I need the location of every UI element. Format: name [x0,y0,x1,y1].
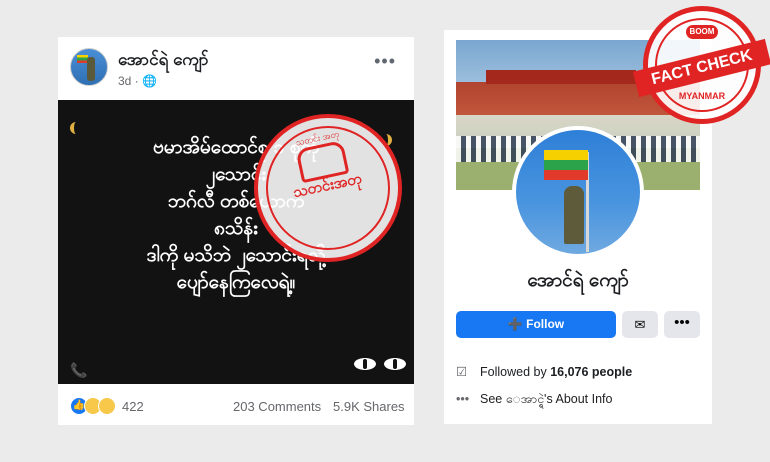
reaction-count: 422 [122,399,144,414]
followers-prefix: Followed by [480,365,551,379]
followers-info: ☑ Followed by 16,076 people [456,364,632,379]
follow-icon: ➕ [507,317,527,331]
about-text: See ေအာင္ရဲ's About Info [480,392,613,406]
follow-button[interactable]: ➕ Follow [456,311,616,338]
follow-label: Follow [526,317,565,331]
post-more-button[interactable]: ••• [374,51,396,72]
eye-decoration [354,358,376,370]
image-text-line: ပျော်နေကြလေရဲ့။ [176,272,296,293]
moon-decoration [70,122,82,134]
followers-count: 16,076 people [550,365,633,379]
page-name[interactable]: အောင်ရဲ ကျော် [118,49,209,74]
messenger-icon: ✉ [634,317,646,332]
post-time[interactable]: 3d · [118,74,142,88]
followers-icon: ☑ [456,365,468,379]
boom-logo: BOOM [686,25,718,39]
shares-count[interactable]: 5.9K Shares [333,399,405,414]
profile-more-button[interactable]: ••• [664,311,700,338]
flag-icon [544,150,588,180]
soldier-figure [564,186,584,244]
about-info-link[interactable]: ••• See ေအာင္ရဲ's About Info [456,392,612,410]
post-meta: 3d · 🌐 [118,74,157,88]
soldier-figure [87,57,95,81]
phone-icon: 📞 [70,362,88,378]
cover-banner [486,70,636,84]
post-header: အောင်ရဲ ကျော် 3d · 🌐 ••• [58,37,414,99]
more-horizontal-icon: ••• [456,392,470,406]
fact-check-badge: BOOM FACT CHECK MYANMAR [632,6,770,124]
profile-name: အောင်ရဲ ကျော် [527,270,629,291]
messenger-button[interactable]: ✉ [622,311,658,338]
wow-reaction-icon [98,397,116,415]
eye-decoration [384,358,406,370]
badge-bottom-text: MYANMAR [678,91,726,101]
comments-count[interactable]: 203 Comments [233,399,321,414]
profile-picture[interactable] [512,126,644,258]
globe-icon: 🌐 [142,74,157,88]
page-avatar[interactable] [70,48,108,86]
